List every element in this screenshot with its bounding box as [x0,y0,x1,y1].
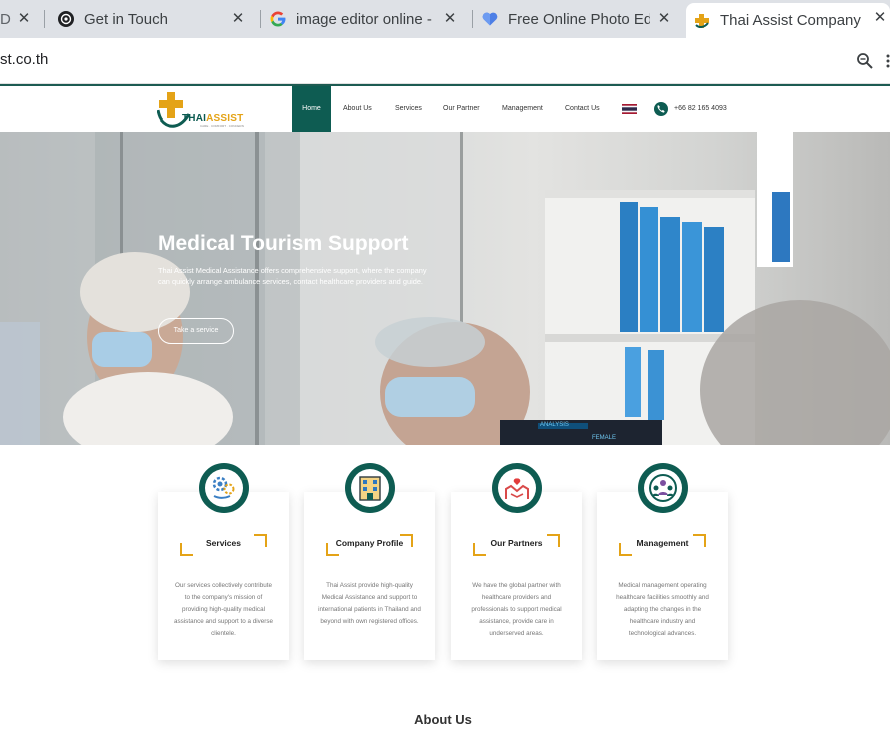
nav-home[interactable]: Home [292,86,331,132]
tab-title: Get in Touch [84,10,168,28]
take-service-button[interactable]: Take a service [158,318,234,344]
card-icon-badge [345,463,395,513]
building-icon [359,476,381,501]
card-description: Thai Assist provide high-quality Medical… [318,582,421,625]
heart-icon [482,12,498,26]
nav-about-us[interactable]: About Us [343,86,372,132]
card-description: Our services collectively contribute to … [173,582,274,637]
menu-dots-icon[interactable] [884,54,890,68]
card-icon-badge [492,463,542,513]
hero-banner: ANALYSIS FEMALE Medical Tourism Support … [0,132,890,445]
card-description: Medical management operating healthcare … [616,582,709,637]
nav-services[interactable]: Services [395,86,422,132]
card-services[interactable]: Services Our services collectively contr… [158,463,289,660]
logo-tagline: CARE · COMFORT · CONCERN [200,124,244,128]
card-management[interactable]: Management Medical management operating … [597,463,728,660]
logo-wordmark: THAIASSIST [182,113,244,124]
tab-title: Thai Assist Company [720,12,861,29]
card-description: We have the global partner with healthca… [471,582,562,637]
thai-assist-icon [695,13,709,28]
tab-title: D [0,10,11,28]
tab-separator [260,10,261,28]
thai-flag-icon[interactable] [622,104,637,114]
nav-management[interactable]: Management [502,86,543,132]
handshake-heart-icon [505,478,529,499]
browser-tab-thai-assist[interactable]: Thai Assist Company ✕ [686,3,890,38]
close-icon[interactable]: ✕ [14,9,34,29]
close-icon[interactable]: ✕ [654,9,674,29]
card-icon-badge [199,463,249,513]
card-title: Our Partners [490,538,543,548]
card-title: Services [206,538,241,548]
phone-number[interactable]: +66 82 165 4093 [674,86,727,132]
google-icon [270,11,286,27]
card-our-partners[interactable]: Our Partners We have the global partner … [451,463,582,660]
hero-photo [0,132,890,445]
browser-tab-partial[interactable]: D ✕ [0,4,40,34]
card-title: Management [636,538,689,548]
address-bar[interactable]: st.co.th [0,38,890,84]
card-company-profile[interactable]: Company Profile Thai Assist provide high… [304,463,435,660]
openai-icon [58,11,74,27]
close-icon[interactable]: ✕ [440,9,460,29]
monitor-label-female: FEMALE [592,435,617,441]
browser-tab-bar: D ✕ Get in Touch ✕ image editor online -… [0,0,890,38]
hero-description: Thai Assist Medical Assistance offers co… [158,266,427,286]
zoom-icon[interactable] [856,52,874,70]
hero-title: Medical Tourism Support [158,232,409,255]
nav-our-partner[interactable]: Our Partner [443,86,480,132]
card-title: Company Profile [335,538,404,548]
phone-icon[interactable] [654,102,668,116]
tab-separator [472,10,473,28]
nav-contact-us[interactable]: Contact Us [565,86,600,132]
url-text[interactable]: st.co.th [0,51,48,68]
tab-title: Free Online Photo Ed [508,10,650,28]
card-icon-badge [638,463,688,513]
close-icon[interactable]: ✕ [228,9,248,29]
tab-title: image editor online - [296,10,432,28]
section-heading-about: About Us [414,712,472,727]
site-header: THAIASSIST CARE · COMFORT · CONCERN Home… [0,84,890,132]
gears-hand-icon [212,476,235,499]
browser-tab-get-in-touch[interactable]: Get in Touch ✕ [50,4,256,34]
team-icon [649,474,677,502]
tab-separator [44,10,45,28]
close-icon[interactable]: ✕ [870,8,890,28]
browser-tab-photo-editor[interactable]: Free Online Photo Ed ✕ [474,4,682,34]
browser-tab-image-editor[interactable]: image editor online - ✕ [262,4,468,34]
monitor-label-analysis: ANALYSIS [540,422,569,428]
